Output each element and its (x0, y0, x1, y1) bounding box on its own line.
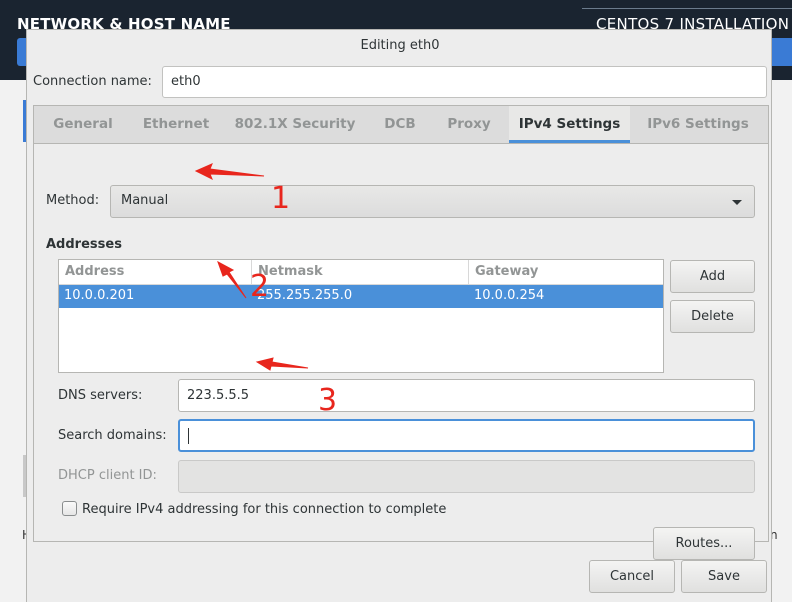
delete-address-button[interactable]: Delete (670, 300, 755, 333)
chevron-down-icon (732, 200, 742, 205)
tab-ipv4-settings[interactable]: IPv4 Settings (509, 106, 630, 143)
column-header-gateway[interactable]: Gateway (468, 260, 663, 285)
tab-ipv6-settings[interactable]: IPv6 Settings (638, 106, 758, 143)
annotation-number-3: 3 (318, 383, 338, 418)
dns-servers-input[interactable]: 223.5.5.5 (178, 379, 755, 412)
search-domains-label: Search domains: (58, 428, 167, 443)
connection-name-input[interactable]: eth0 (162, 66, 767, 98)
require-ipv4-checkbox[interactable] (62, 501, 77, 516)
text-cursor (188, 428, 189, 444)
settings-notebook: General Ethernet 802.1X Security DCB Pro… (33, 105, 769, 560)
save-button[interactable]: Save (681, 560, 767, 593)
tab-proxy[interactable]: Proxy (434, 106, 504, 143)
annotation-number-2: 2 (250, 269, 270, 304)
header-divider (582, 8, 792, 9)
dhcp-client-id-label: DHCP client ID: (58, 468, 157, 483)
column-header-address[interactable]: Address (59, 260, 251, 285)
tab-8021x-security[interactable]: 802.1X Security (226, 106, 364, 143)
addresses-heading: Addresses (46, 237, 122, 252)
require-ipv4-label[interactable]: Require IPv4 addressing for this connect… (82, 502, 446, 517)
table-row[interactable]: 10.0.0.201 255.255.255.0 10.0.0.254 (59, 285, 663, 308)
dhcp-client-id-input (178, 460, 755, 493)
tab-general[interactable]: General (34, 106, 132, 143)
add-address-button[interactable]: Add (670, 260, 755, 293)
dialog-title: Editing eth0 (360, 38, 440, 53)
header-right-button[interactable] (772, 38, 792, 66)
addresses-table[interactable]: Address Netmask Gateway 10.0.0.201 255.2… (58, 259, 664, 373)
cell-netmask[interactable]: 255.255.255.0 (257, 288, 352, 303)
column-header-netmask[interactable]: Netmask (251, 260, 468, 285)
tab-dcb[interactable]: DCB (372, 106, 428, 143)
edit-connection-dialog: Editing eth0 Connection name: eth0 Gener… (26, 29, 772, 602)
method-label: Method: (46, 193, 100, 208)
tab-bar: General Ethernet 802.1X Security DCB Pro… (34, 106, 768, 144)
method-value: Manual (121, 193, 169, 208)
connection-name-label: Connection name: (33, 74, 152, 89)
tab-ethernet[interactable]: Ethernet (132, 106, 220, 143)
method-dropdown[interactable]: Manual (110, 185, 755, 218)
cell-address[interactable]: 10.0.0.201 (64, 288, 134, 303)
annotation-number-1: 1 (271, 181, 291, 216)
cell-gateway[interactable]: 10.0.0.254 (474, 288, 544, 303)
routes-button[interactable]: Routes... (653, 527, 755, 560)
dns-servers-label: DNS servers: (58, 388, 143, 403)
search-domains-input[interactable] (178, 419, 755, 452)
cancel-button[interactable]: Cancel (589, 560, 675, 593)
